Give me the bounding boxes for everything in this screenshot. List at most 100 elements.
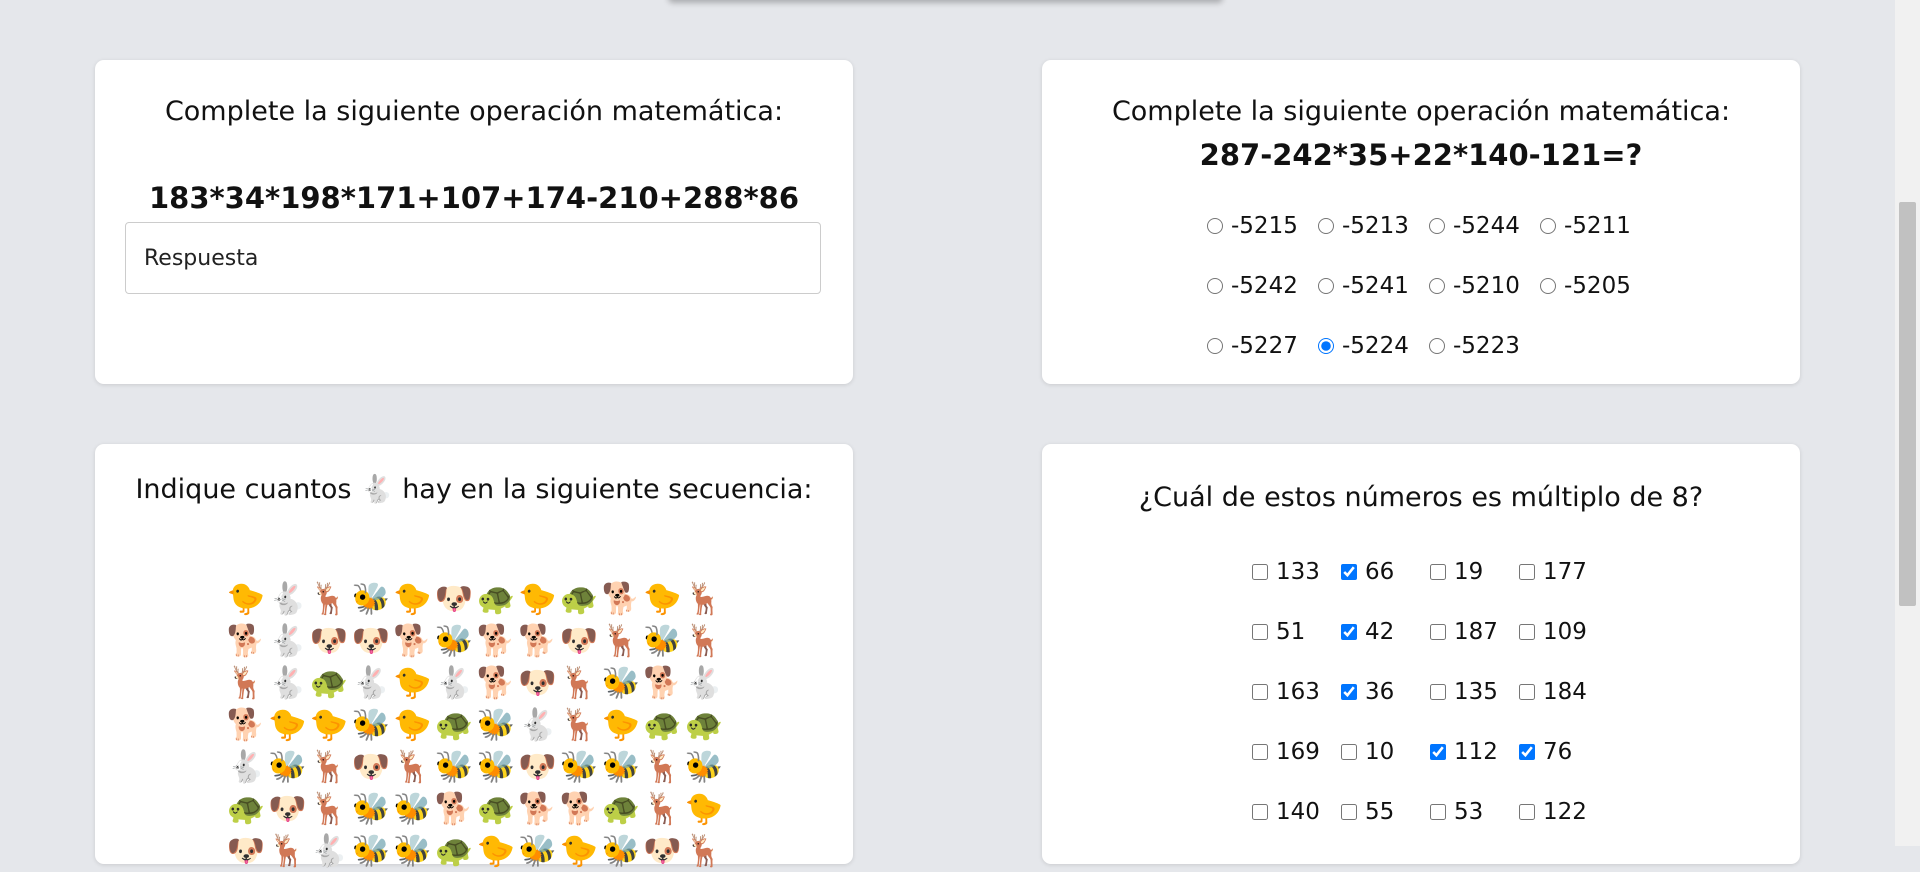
checkbox-label: 36 bbox=[1365, 679, 1395, 705]
checkbox-option[interactable]: 53 bbox=[1430, 799, 1519, 825]
animal-emoji: 🐤 bbox=[268, 707, 307, 743]
radio-option[interactable]: -5244 bbox=[1429, 213, 1540, 239]
radio-row: -5215 -5213 -5244 -5211 bbox=[1207, 196, 1707, 256]
radio-option[interactable]: -5215 bbox=[1207, 213, 1318, 239]
checkbox-option[interactable]: 187 bbox=[1430, 619, 1519, 645]
checkbox[interactable] bbox=[1430, 624, 1446, 640]
checkbox-option[interactable]: 140 bbox=[1252, 799, 1341, 825]
checkbox[interactable] bbox=[1252, 684, 1268, 700]
radio-button[interactable] bbox=[1540, 278, 1556, 294]
animal-emoji: 🦌 bbox=[643, 749, 682, 785]
checkbox[interactable] bbox=[1341, 744, 1357, 760]
checkbox[interactable] bbox=[1519, 684, 1535, 700]
checkbox-option[interactable]: 66 bbox=[1341, 559, 1430, 585]
checkbox[interactable] bbox=[1252, 744, 1268, 760]
checkbox[interactable] bbox=[1341, 624, 1357, 640]
checkbox[interactable] bbox=[1341, 564, 1357, 580]
checkbox[interactable] bbox=[1430, 564, 1446, 580]
animal-emoji: 🐶 bbox=[226, 833, 266, 869]
animal-emoji: 🐢 bbox=[434, 833, 474, 869]
checkbox[interactable] bbox=[1430, 804, 1446, 820]
checkbox[interactable] bbox=[1252, 564, 1268, 580]
checkbox[interactable] bbox=[1430, 684, 1446, 700]
radio-option[interactable]: -5213 bbox=[1318, 213, 1429, 239]
checkbox-option[interactable]: 76 bbox=[1519, 739, 1608, 765]
animal-emoji: 🐤 bbox=[684, 791, 724, 827]
radio-option[interactable]: -5210 bbox=[1429, 273, 1540, 299]
checkbox-option[interactable]: 177 bbox=[1519, 559, 1608, 585]
radio-option[interactable]: -5241 bbox=[1318, 273, 1429, 299]
radio-option-label: -5223 bbox=[1453, 333, 1520, 359]
radio-option[interactable]: -5211 bbox=[1540, 213, 1651, 239]
animal-emoji: 🐤 bbox=[476, 833, 516, 869]
animal-emoji: 🦌 bbox=[226, 665, 266, 701]
checkbox[interactable] bbox=[1341, 804, 1357, 820]
animal-emoji: 🐢 bbox=[476, 791, 516, 827]
checkbox-label: 135 bbox=[1454, 679, 1498, 705]
radio-option[interactable]: -5205 bbox=[1540, 273, 1651, 299]
radio-button[interactable] bbox=[1207, 218, 1223, 234]
answer-input[interactable] bbox=[125, 222, 821, 294]
checkbox-option[interactable]: 42 bbox=[1341, 619, 1430, 645]
checkbox[interactable] bbox=[1252, 624, 1268, 640]
checkbox-option[interactable]: 55 bbox=[1341, 799, 1430, 825]
emoji-row: 🐕 🐇 🐶 🐶 🐕 🐝 🐕 🐕 🐶 🦌 🐝 🦌 bbox=[225, 620, 725, 662]
animal-emoji: 🐇 bbox=[351, 665, 391, 701]
checkbox[interactable] bbox=[1519, 744, 1535, 760]
radio-button[interactable] bbox=[1429, 338, 1445, 354]
checkbox-option[interactable]: 122 bbox=[1519, 799, 1608, 825]
animal-emoji: 🐝 bbox=[434, 749, 474, 785]
animal-emoji: 🐤 bbox=[309, 707, 349, 743]
checkbox[interactable] bbox=[1519, 804, 1535, 820]
checkbox[interactable] bbox=[1519, 564, 1535, 580]
radio-option-label: -5242 bbox=[1231, 273, 1298, 299]
animal-emoji: 🐝 bbox=[643, 623, 682, 659]
checkbox-option[interactable]: 112 bbox=[1430, 739, 1519, 765]
emoji-count-card: Indique cuantos 🐇 hay en la siguiente se… bbox=[95, 444, 853, 869]
radio-option-label: -5213 bbox=[1342, 213, 1409, 239]
radio-button[interactable] bbox=[1318, 338, 1334, 354]
checkbox-option[interactable]: 36 bbox=[1341, 679, 1430, 705]
radio-option[interactable]: -5224 bbox=[1318, 333, 1429, 359]
animal-emoji: 🦌 bbox=[309, 791, 349, 827]
radio-option[interactable]: -5223 bbox=[1429, 333, 1540, 359]
radio-button[interactable] bbox=[1318, 218, 1334, 234]
animal-emoji: 🐢 bbox=[643, 707, 682, 743]
checkbox[interactable] bbox=[1430, 744, 1446, 760]
radio-option-label: -5210 bbox=[1453, 273, 1520, 299]
vertical-scrollbar[interactable] bbox=[1895, 0, 1920, 846]
checkbox[interactable] bbox=[1519, 624, 1535, 640]
radio-button[interactable] bbox=[1429, 218, 1445, 234]
checkbox[interactable] bbox=[1341, 684, 1357, 700]
scrollbar-thumb[interactable] bbox=[1899, 202, 1916, 606]
checkbox-option[interactable]: 135 bbox=[1430, 679, 1519, 705]
radio-option-label: -5224 bbox=[1342, 333, 1409, 359]
checkbox[interactable] bbox=[1252, 804, 1268, 820]
math-expression: 183*34*198*171+107+174-210+288*86 bbox=[148, 181, 800, 215]
animal-emoji: 🦌 bbox=[309, 581, 349, 617]
radio-button[interactable] bbox=[1540, 218, 1556, 234]
animal-emoji: 🐢 bbox=[476, 581, 516, 617]
checkbox-option[interactable]: 19 bbox=[1430, 559, 1519, 585]
checkbox-label: 122 bbox=[1543, 799, 1587, 825]
checkbox-row: 133 66 19 177 bbox=[1252, 542, 1652, 602]
checkbox-option[interactable]: 109 bbox=[1519, 619, 1608, 645]
checkbox-option[interactable]: 10 bbox=[1341, 739, 1430, 765]
animal-emoji: 🐕 bbox=[601, 581, 641, 617]
checkbox-option[interactable]: 169 bbox=[1252, 739, 1341, 765]
radio-button[interactable] bbox=[1207, 278, 1223, 294]
checkbox-option[interactable]: 184 bbox=[1519, 679, 1608, 705]
radio-option[interactable]: -5227 bbox=[1207, 333, 1318, 359]
radio-button[interactable] bbox=[1207, 338, 1223, 354]
radio-button[interactable] bbox=[1429, 278, 1445, 294]
radio-option[interactable]: -5242 bbox=[1207, 273, 1318, 299]
radio-button[interactable] bbox=[1318, 278, 1334, 294]
checkbox-label: 19 bbox=[1454, 559, 1484, 585]
checkbox-option[interactable]: 163 bbox=[1252, 679, 1341, 705]
animal-emoji: 🐶 bbox=[518, 665, 557, 701]
checkbox-option[interactable]: 51 bbox=[1252, 619, 1341, 645]
animal-emoji: 🐇 bbox=[268, 581, 307, 617]
checkbox-row: 140 55 53 122 bbox=[1252, 782, 1652, 842]
checkbox-option[interactable]: 133 bbox=[1252, 559, 1341, 585]
radio-question-card: Complete la siguiente operación matemáti… bbox=[1042, 60, 1800, 384]
